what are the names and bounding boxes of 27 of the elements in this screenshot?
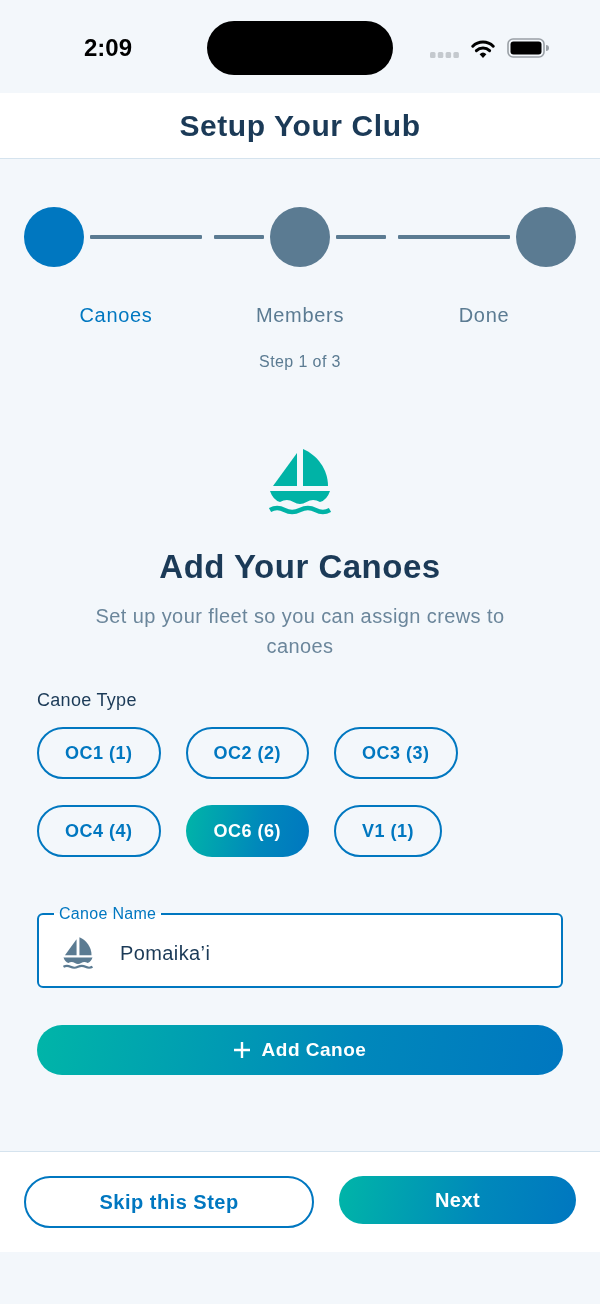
canoe-type-chip[interactable]: V1 (1): [334, 805, 443, 857]
field-label: Canoe Name: [58, 904, 158, 924]
step-label: Canoes: [78, 303, 154, 327]
status-time: 2:09: [84, 34, 133, 62]
canoe-type-chip[interactable]: OC3 (3): [334, 727, 458, 779]
text-input[interactable]: Pomaika’i: [120, 941, 537, 965]
add-canoe-button[interactable]: Add Canoe: [37, 1025, 563, 1075]
sailboat-icon: [63, 936, 93, 970]
canoe-type-chip[interactable]: OC6 (6): [185, 805, 310, 857]
skip-button[interactable]: Skip this Step: [24, 1176, 315, 1228]
battery-icon: [507, 38, 549, 58]
screen-title: Setup Your Club: [179, 107, 421, 144]
step-label: Members: [254, 303, 346, 327]
next-button[interactable]: Next: [339, 1176, 576, 1224]
plus-icon: [233, 1042, 250, 1058]
wifi-icon: [471, 38, 495, 58]
step-label: Done: [457, 303, 511, 327]
canoe-type-chip[interactable]: OC1 (1): [37, 727, 161, 779]
step-caption: Step 1 of 3: [258, 352, 342, 372]
canoe-type-chip[interactable]: OC2 (2): [185, 727, 310, 779]
canoe-name-field[interactable]: Canoe Name Pomaika’i: [37, 904, 563, 988]
sailboat-icon: [269, 449, 331, 516]
section-subtitle: Set up your fleet so you can assign crews to canoes: [94, 604, 506, 659]
field-label: Canoe Type: [37, 689, 138, 712]
section-title: Add Your Canoes: [159, 547, 441, 587]
signal-icon: [430, 52, 459, 58]
canoe-type-chip[interactable]: OC4 (4): [37, 805, 161, 857]
